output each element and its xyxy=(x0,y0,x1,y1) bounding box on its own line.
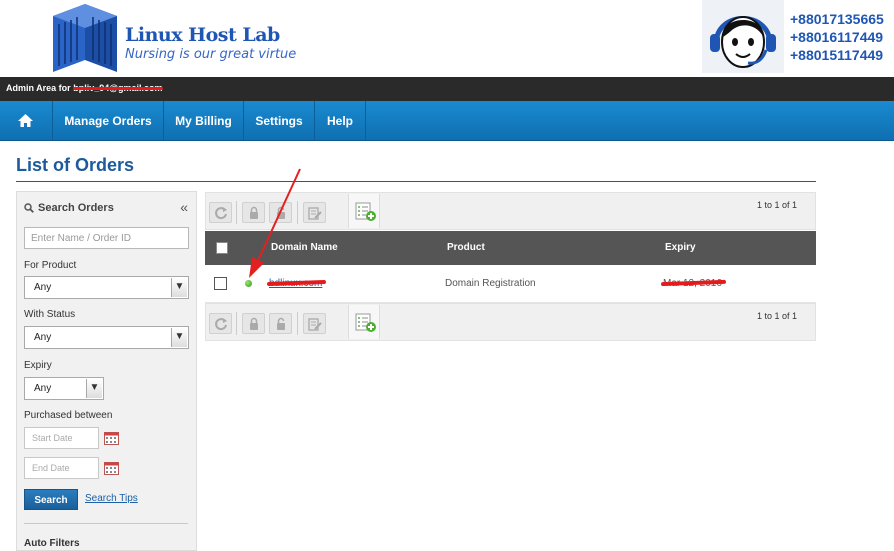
chevron-down-icon: ▼ xyxy=(86,379,102,398)
lock-icon xyxy=(250,317,258,330)
expiry-value: Mar 12, 2016 xyxy=(663,278,722,289)
nav-manage-orders[interactable]: Manage Orders xyxy=(53,101,164,141)
brand-title[interactable]: Linux Host Lab xyxy=(125,24,280,46)
with-status-label: With Status xyxy=(24,309,76,320)
admin-bar-prefix: Admin Area for xyxy=(6,83,71,93)
refresh-button[interactable] xyxy=(209,313,232,334)
phone-number: +88016117449 xyxy=(790,29,884,45)
edit-icon xyxy=(308,207,322,220)
expiry-cell: Mar 12, 2016 xyxy=(663,278,722,289)
toolbar-separator xyxy=(297,312,298,335)
add-order-button[interactable] xyxy=(348,194,380,228)
nav-settings[interactable]: Settings xyxy=(244,101,315,141)
refresh-icon xyxy=(215,207,227,220)
for-product-select[interactable]: Any ▼ xyxy=(24,276,189,299)
add-list-icon xyxy=(355,202,376,221)
chevron-down-icon: ▼ xyxy=(171,328,187,347)
brand-tagline: Nursing is our great virtue xyxy=(125,47,297,62)
page-title: List of Orders xyxy=(16,155,135,175)
refresh-button[interactable] xyxy=(209,202,232,223)
expiry-select[interactable]: Any ▼ xyxy=(24,377,104,400)
nav-home[interactable] xyxy=(0,101,53,141)
admin-bar: Admin Area for bpliv_94@gmail.com xyxy=(0,77,894,101)
main-nav: Manage Orders My Billing Settings Help xyxy=(0,101,894,141)
add-list-icon xyxy=(355,313,376,332)
calendar-icon[interactable] xyxy=(104,431,119,445)
column-header-expiry[interactable]: Expiry xyxy=(665,242,696,253)
select-all-checkbox[interactable] xyxy=(216,242,228,254)
add-order-button[interactable] xyxy=(348,305,380,339)
expiry-label: Expiry xyxy=(24,360,52,371)
with-status-select[interactable]: Any ▼ xyxy=(24,326,189,349)
auto-filters-heading[interactable]: Auto Filters xyxy=(24,538,80,549)
support-phone-list: +88017135665 +88016117449 +88015117449 xyxy=(790,10,884,64)
expiry-value: Any xyxy=(34,383,52,394)
chevron-down-icon: ▼ xyxy=(171,278,187,297)
purchased-between-label: Purchased between xyxy=(24,410,113,421)
phone-number: +88015117449 xyxy=(790,47,884,63)
refresh-icon xyxy=(215,318,227,331)
for-product-value: Any xyxy=(34,282,52,293)
end-date-input[interactable]: End Date xyxy=(24,457,99,479)
server-logo-icon xyxy=(53,4,117,72)
search-orders-label: Search Orders xyxy=(38,202,114,214)
search-button[interactable]: Search xyxy=(24,489,78,510)
start-date-input[interactable]: Start Date xyxy=(24,427,99,449)
pagination-info: 1 to 1 of 1 xyxy=(756,200,797,210)
orders-toolbar-bottom: 1 to 1 of 1 xyxy=(205,303,816,341)
calendar-icon[interactable] xyxy=(104,461,119,475)
column-header-product[interactable]: Product xyxy=(447,242,485,253)
search-orders-heading: Search Orders xyxy=(24,202,114,214)
title-divider xyxy=(16,181,816,182)
product-cell: Domain Registration xyxy=(445,278,536,289)
edit-button[interactable] xyxy=(303,313,326,334)
toolbar-separator xyxy=(236,201,237,224)
for-product-label: For Product xyxy=(24,260,77,271)
search-sidebar: Search Orders « Enter Name / Order ID Fo… xyxy=(16,191,197,551)
admin-email: bpliv_94@gmail.com xyxy=(73,83,163,93)
phone-number: +88017135665 xyxy=(790,11,884,27)
home-icon xyxy=(18,114,33,127)
unsuspend-button[interactable] xyxy=(269,313,292,334)
row-checkbox[interactable] xyxy=(214,277,227,290)
search-icon xyxy=(24,203,34,213)
edit-icon xyxy=(308,318,322,331)
support-agent-icon xyxy=(710,16,776,68)
collapse-sidebar-icon[interactable]: « xyxy=(180,199,188,215)
nav-my-billing[interactable]: My Billing xyxy=(164,101,244,141)
site-header: Linux Host Lab Nursing is our great virt… xyxy=(0,0,894,77)
suspend-button[interactable] xyxy=(242,313,265,334)
support-avatar xyxy=(702,0,784,73)
annotation-arrow-icon xyxy=(249,168,301,278)
search-tips-link[interactable]: Search Tips xyxy=(85,493,138,504)
sidebar-divider xyxy=(24,523,188,524)
with-status-value: Any xyxy=(34,332,52,343)
unlock-icon xyxy=(277,317,285,330)
pagination-info: 1 to 1 of 1 xyxy=(756,311,797,321)
toolbar-separator xyxy=(236,312,237,335)
search-name-order-input[interactable]: Enter Name / Order ID xyxy=(24,227,189,249)
nav-help[interactable]: Help xyxy=(315,101,366,141)
